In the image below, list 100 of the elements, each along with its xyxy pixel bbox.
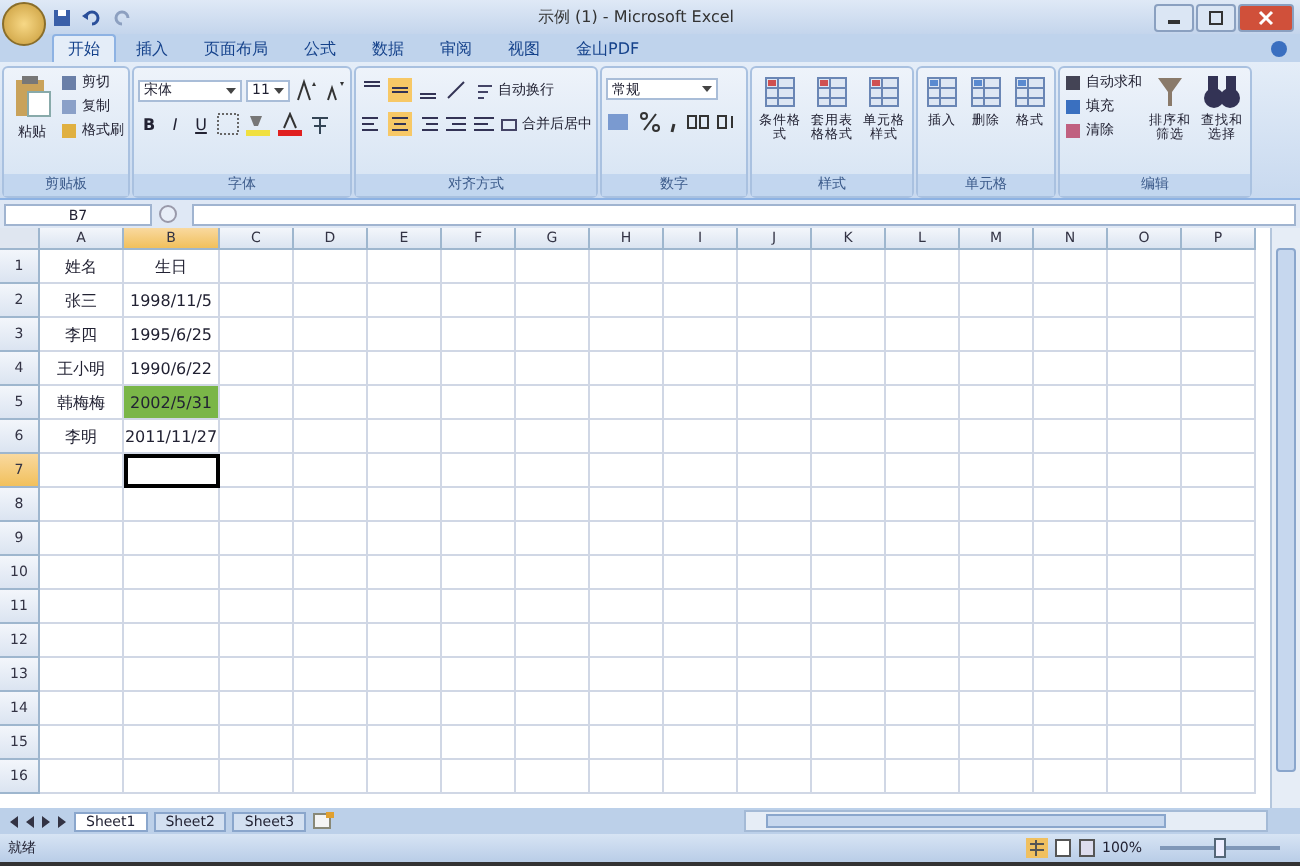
- font-color-icon[interactable]: [276, 112, 304, 136]
- empty-cell[interactable]: [738, 318, 812, 352]
- empty-cell[interactable]: [1108, 352, 1182, 386]
- empty-cell[interactable]: [738, 420, 812, 454]
- empty-cell[interactable]: [738, 454, 812, 488]
- empty-cell[interactable]: [1182, 624, 1256, 658]
- empty-cell[interactable]: [812, 250, 886, 284]
- empty-cell[interactable]: [590, 318, 664, 352]
- empty-cell[interactable]: [886, 556, 960, 590]
- empty-cell[interactable]: [516, 488, 590, 522]
- empty-cell[interactable]: [738, 522, 812, 556]
- empty-cell[interactable]: [516, 454, 590, 488]
- empty-cell[interactable]: [960, 692, 1034, 726]
- empty-cell[interactable]: [124, 556, 220, 590]
- empty-cell[interactable]: [738, 556, 812, 590]
- empty-cell[interactable]: [960, 658, 1034, 692]
- empty-cell[interactable]: [886, 624, 960, 658]
- empty-cell[interactable]: [1034, 488, 1108, 522]
- empty-cell[interactable]: [516, 556, 590, 590]
- empty-cell[interactable]: [1108, 658, 1182, 692]
- empty-cell[interactable]: [516, 284, 590, 318]
- empty-cell[interactable]: [812, 760, 886, 794]
- empty-cell[interactable]: [1108, 556, 1182, 590]
- empty-cell[interactable]: [442, 386, 516, 420]
- empty-cell[interactable]: [812, 590, 886, 624]
- empty-cell[interactable]: [1034, 318, 1108, 352]
- empty-cell[interactable]: [516, 352, 590, 386]
- empty-cell[interactable]: [1034, 624, 1108, 658]
- empty-cell[interactable]: [886, 318, 960, 352]
- percent-icon[interactable]: [638, 110, 662, 134]
- empty-cell[interactable]: [220, 250, 294, 284]
- empty-cell[interactable]: [294, 318, 368, 352]
- empty-cell[interactable]: [294, 352, 368, 386]
- empty-cell[interactable]: [664, 760, 738, 794]
- empty-cell[interactable]: [294, 624, 368, 658]
- empty-cell[interactable]: [294, 590, 368, 624]
- empty-cell[interactable]: [220, 488, 294, 522]
- empty-cell[interactable]: [960, 386, 1034, 420]
- empty-cell[interactable]: [368, 284, 442, 318]
- empty-cell[interactable]: [442, 760, 516, 794]
- empty-cell[interactable]: [590, 352, 664, 386]
- ribbon-tab[interactable]: 数据: [356, 34, 420, 62]
- maximize-button[interactable]: [1196, 3, 1236, 31]
- empty-cell[interactable]: [1108, 318, 1182, 352]
- empty-cell[interactable]: [886, 284, 960, 318]
- empty-cell[interactable]: [960, 352, 1034, 386]
- empty-cell[interactable]: [220, 624, 294, 658]
- empty-cell[interactable]: [516, 760, 590, 794]
- empty-cell[interactable]: [1182, 284, 1256, 318]
- empty-cell[interactable]: [1182, 318, 1256, 352]
- empty-cell[interactable]: [1182, 760, 1256, 794]
- empty-cell[interactable]: [442, 420, 516, 454]
- empty-cell[interactable]: [124, 760, 220, 794]
- empty-cell[interactable]: [886, 420, 960, 454]
- empty-cell[interactable]: [1034, 726, 1108, 760]
- empty-cell[interactable]: [442, 250, 516, 284]
- empty-cell[interactable]: [442, 726, 516, 760]
- empty-cell[interactable]: [664, 692, 738, 726]
- empty-cell[interactable]: [1034, 284, 1108, 318]
- empty-cell[interactable]: [590, 420, 664, 454]
- empty-cell[interactable]: [294, 726, 368, 760]
- empty-cell[interactable]: [960, 284, 1034, 318]
- empty-cell[interactable]: [960, 624, 1034, 658]
- empty-cell[interactable]: [368, 522, 442, 556]
- empty-cell[interactable]: [738, 352, 812, 386]
- empty-cell[interactable]: [1108, 726, 1182, 760]
- empty-cell[interactable]: [590, 624, 664, 658]
- empty-cell[interactable]: [812, 522, 886, 556]
- ribbon-tab[interactable]: 页面布局: [188, 34, 284, 62]
- empty-cell[interactable]: [442, 624, 516, 658]
- empty-cell[interactable]: [516, 624, 590, 658]
- empty-cell[interactable]: [516, 658, 590, 692]
- undo-icon[interactable]: [82, 7, 102, 27]
- sheet-navigation-icon[interactable]: [8, 813, 68, 829]
- vertical-scrollbar[interactable]: [1270, 228, 1300, 808]
- empty-cell[interactable]: [442, 284, 516, 318]
- empty-cell[interactable]: [664, 658, 738, 692]
- empty-cell[interactable]: [294, 454, 368, 488]
- empty-cell[interactable]: [368, 726, 442, 760]
- empty-cell[interactable]: [220, 522, 294, 556]
- fill-color-icon[interactable]: [244, 112, 272, 136]
- empty-cell[interactable]: [590, 386, 664, 420]
- empty-cell[interactable]: [220, 352, 294, 386]
- empty-cell[interactable]: [738, 624, 812, 658]
- empty-cell[interactable]: [1182, 420, 1256, 454]
- empty-cell[interactable]: [1108, 624, 1182, 658]
- ribbon-tab[interactable]: 视图: [492, 34, 556, 62]
- empty-cell[interactable]: [664, 624, 738, 658]
- empty-cell[interactable]: [442, 488, 516, 522]
- empty-cell[interactable]: [1034, 250, 1108, 284]
- indent-icon[interactable]: [444, 112, 468, 136]
- empty-cell[interactable]: [368, 658, 442, 692]
- ribbon-tab[interactable]: 公式: [288, 34, 352, 62]
- align-icon[interactable]: [360, 112, 384, 136]
- empty-cell[interactable]: [442, 658, 516, 692]
- empty-cell[interactable]: [664, 352, 738, 386]
- empty-cell[interactable]: [124, 522, 220, 556]
- ribbon-tab[interactable]: 金山PDF: [560, 34, 656, 62]
- empty-cell[interactable]: [368, 760, 442, 794]
- empty-cell[interactable]: [368, 488, 442, 522]
